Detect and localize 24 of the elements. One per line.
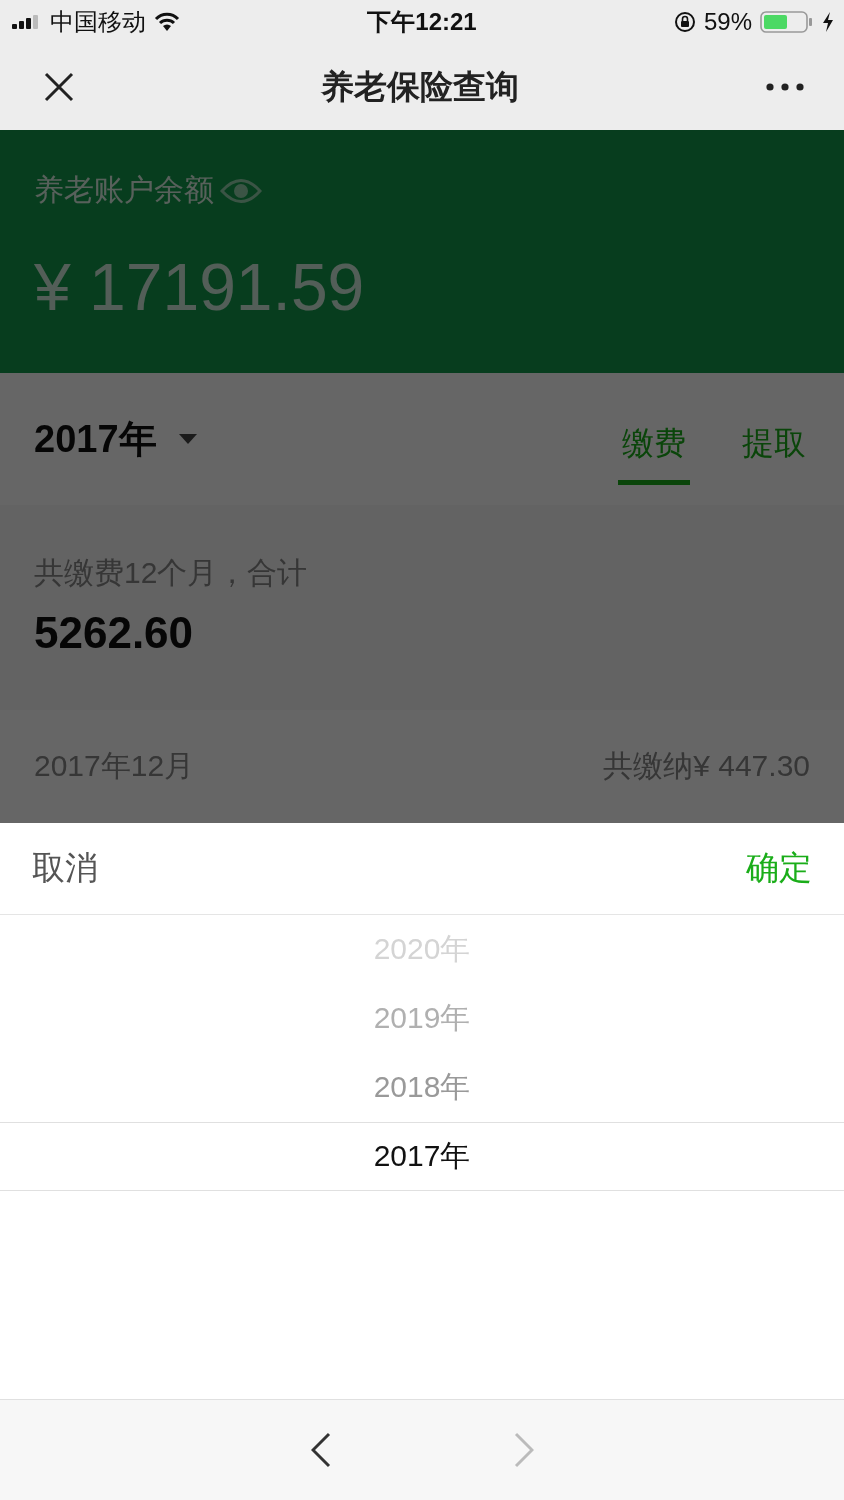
caret-icon	[178, 434, 197, 444]
page-title: 养老保险查询	[321, 66, 519, 107]
battery-icon	[760, 11, 814, 33]
summary-total: 5262.60	[34, 608, 195, 658]
forward-icon	[513, 1432, 534, 1468]
close-icon	[44, 72, 74, 102]
balance-label: 养老账户余额	[34, 172, 214, 208]
year-dropdown[interactable]: 2017年	[34, 413, 197, 465]
carrier-name: 中国移动	[50, 7, 146, 37]
confirm-button[interactable]: 确定	[746, 846, 812, 891]
balance-amount: ¥ 17191.59	[34, 249, 366, 325]
year-option[interactable]: 2017年	[0, 1122, 844, 1191]
rotation-lock-icon	[673, 11, 696, 33]
year-option[interactable]: 2019年	[0, 984, 844, 1053]
tab[interactable]: 缴费	[618, 407, 690, 485]
battery-percent: 59%	[703, 8, 752, 36]
cancel-button[interactable]: 取消	[32, 846, 98, 891]
more-icon	[766, 83, 804, 91]
wifi-icon	[154, 12, 180, 32]
charging-icon	[822, 12, 834, 32]
back-icon	[310, 1432, 331, 1468]
year-option[interactable]: 2018年	[0, 1053, 844, 1122]
tab[interactable]: 提取	[738, 407, 810, 485]
status-time: 下午12:21	[367, 7, 477, 37]
